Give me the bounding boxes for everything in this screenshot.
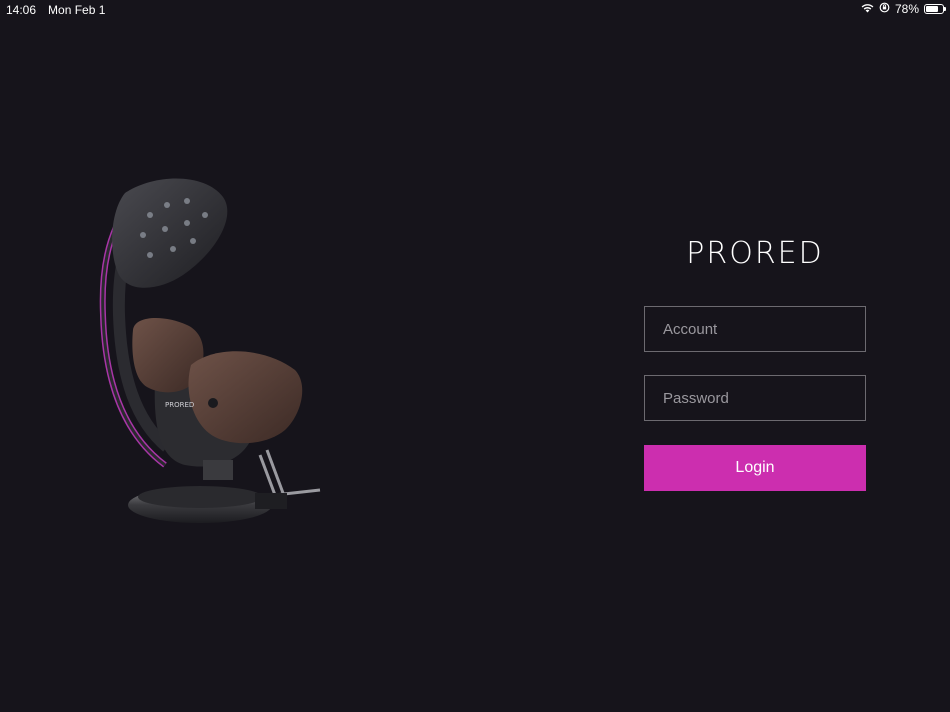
battery-percent: 78% [894,2,919,16]
battery-fill [926,6,939,12]
battery-icon [924,4,946,14]
status-time: 14:06 [6,3,37,17]
account-field-container [644,306,866,352]
status-left: 14:06 Mon Feb 1 [6,3,105,17]
salon-chair-illustration: PRORED [99,178,321,523]
password-field-container [644,375,866,421]
status-bar: 14:06 Mon Feb 1 78% [0,0,950,20]
status-date: Mon Feb 1 [48,3,106,17]
password-input[interactable] [645,376,865,420]
status-right: 78% [861,2,946,16]
account-input[interactable] [645,307,865,351]
orientation-lock-icon [879,2,890,16]
wifi-icon [861,2,874,16]
login-button[interactable]: Login [644,445,866,491]
brand-logo: PRORED [644,236,866,271]
logo-text: PRORED [686,236,824,271]
svg-text:PRORED: PRORED [165,401,194,409]
login-screen: 14:06 Mon Feb 1 78% PRORED PRORED Accoun… [0,0,950,712]
